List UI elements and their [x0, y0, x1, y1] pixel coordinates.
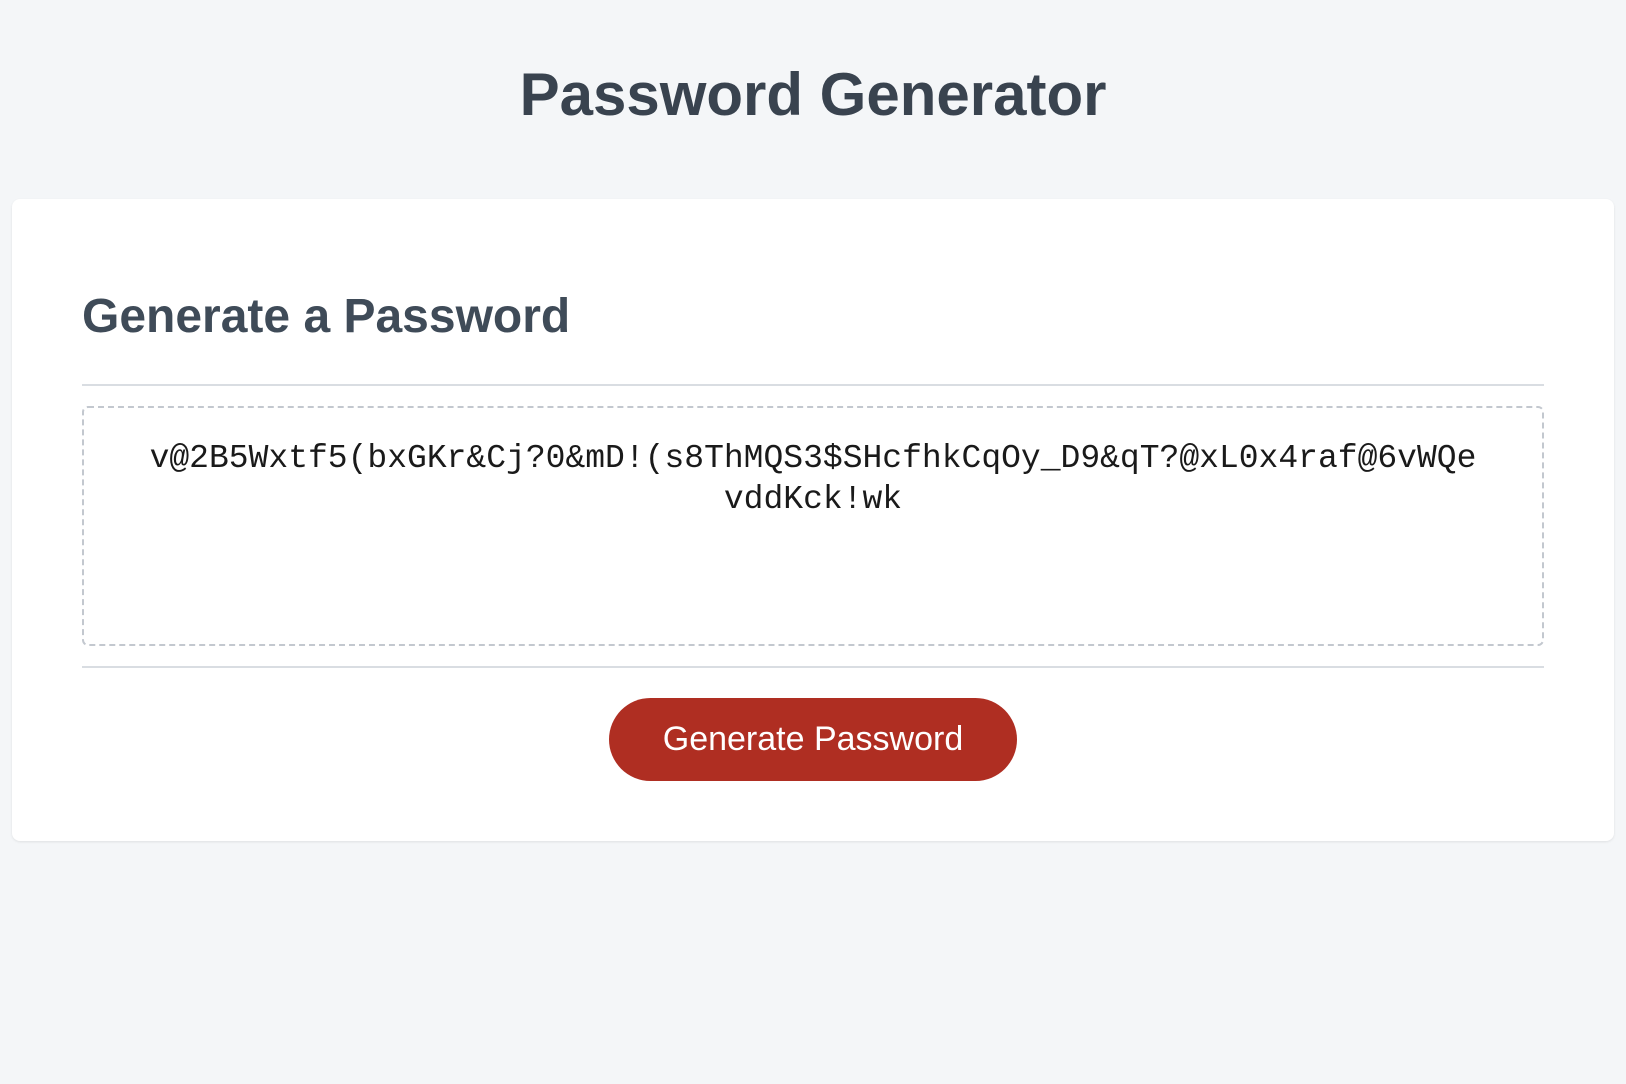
page-title: Password Generator [0, 0, 1626, 199]
button-row: Generate Password [82, 668, 1544, 781]
card-heading: Generate a Password [82, 289, 1544, 386]
password-output: v@2B5Wxtf5(bxGKr&Cj?0&mD!(s8ThMQS3$SHcfh… [82, 406, 1544, 646]
generate-password-button[interactable]: Generate Password [609, 698, 1018, 781]
generator-card: Generate a Password v@2B5Wxtf5(bxGKr&Cj?… [12, 199, 1614, 841]
